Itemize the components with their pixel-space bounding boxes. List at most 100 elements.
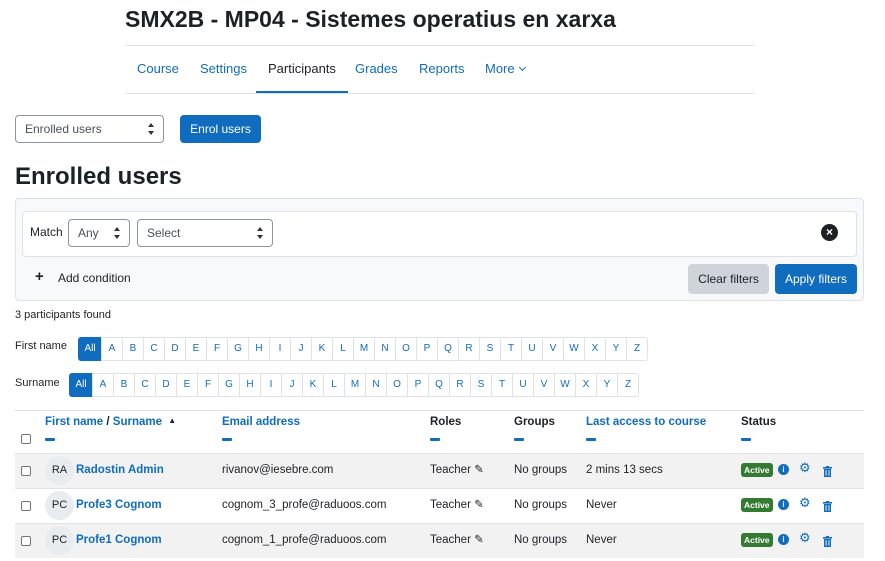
- firstname-initial-z[interactable]: Z: [626, 337, 648, 361]
- gear-icon[interactable]: ⚙: [799, 531, 811, 545]
- surname-initial-p[interactable]: P: [407, 373, 429, 397]
- surname-initial-v[interactable]: V: [533, 373, 555, 397]
- collapse-column-icon[interactable]: [45, 438, 55, 441]
- surname-initial-n[interactable]: N: [365, 373, 387, 397]
- firstname-initial-o[interactable]: O: [395, 337, 417, 361]
- add-condition-button[interactable]: Add condition: [58, 271, 131, 285]
- tab-settings[interactable]: Settings: [200, 46, 247, 93]
- select-all-checkbox[interactable]: [21, 434, 31, 444]
- firstname-initial-b[interactable]: B: [122, 337, 144, 361]
- firstname-initial-d[interactable]: D: [164, 337, 186, 361]
- surname-initial-h[interactable]: H: [239, 373, 261, 397]
- surname-initial-r[interactable]: R: [449, 373, 471, 397]
- tab-grades[interactable]: Grades: [355, 46, 398, 93]
- firstname-initial-u[interactable]: U: [521, 337, 543, 361]
- sort-firstname-link[interactable]: First name: [45, 416, 103, 428]
- surname-initial-d[interactable]: D: [155, 373, 177, 397]
- surname-initial-z[interactable]: Z: [617, 373, 639, 397]
- user-last-access: Never: [586, 499, 617, 511]
- firstname-initial-c[interactable]: C: [143, 337, 165, 361]
- surname-initial-g[interactable]: G: [218, 373, 240, 397]
- firstname-initial-e[interactable]: E: [185, 337, 207, 361]
- surname-initial-all[interactable]: All: [69, 373, 93, 397]
- firstname-initial-v[interactable]: V: [542, 337, 564, 361]
- firstname-initial-q[interactable]: Q: [437, 337, 459, 361]
- firstname-initial-t[interactable]: T: [500, 337, 522, 361]
- surname-initial-q[interactable]: Q: [428, 373, 450, 397]
- surname-initial-u[interactable]: U: [512, 373, 534, 397]
- trash-icon[interactable]: [823, 534, 832, 547]
- surname-initial-f[interactable]: F: [197, 373, 219, 397]
- avatar: RA: [45, 456, 74, 485]
- firstname-initial-m[interactable]: M: [353, 337, 375, 361]
- enrol-users-button[interactable]: Enrol users: [180, 115, 261, 143]
- collapse-column-icon[interactable]: [514, 438, 524, 441]
- collapse-column-icon[interactable]: [741, 438, 751, 441]
- apply-filters-button[interactable]: Apply filters: [775, 264, 857, 294]
- firstname-initial-r[interactable]: R: [458, 337, 480, 361]
- firstname-initial-h[interactable]: H: [248, 337, 270, 361]
- info-icon[interactable]: i: [778, 499, 789, 510]
- firstname-initial-k[interactable]: K: [311, 337, 333, 361]
- firstname-initial-x[interactable]: X: [584, 337, 606, 361]
- surname-initial-e[interactable]: E: [176, 373, 198, 397]
- surname-initial-m[interactable]: M: [344, 373, 366, 397]
- firstname-initial-a[interactable]: A: [101, 337, 123, 361]
- tab-reports[interactable]: Reports: [419, 46, 465, 93]
- row-checkbox[interactable]: [21, 501, 31, 511]
- firstname-initial-s[interactable]: S: [479, 337, 501, 361]
- info-icon[interactable]: i: [778, 464, 789, 475]
- close-circle-icon[interactable]: ×: [821, 224, 838, 241]
- surname-initial-x[interactable]: X: [575, 373, 597, 397]
- surname-initial-c[interactable]: C: [134, 373, 156, 397]
- row-checkbox[interactable]: [21, 466, 31, 476]
- surname-initial-o[interactable]: O: [386, 373, 408, 397]
- surname-initial-w[interactable]: W: [554, 373, 576, 397]
- firstname-initial-g[interactable]: G: [227, 337, 249, 361]
- firstname-initial-y[interactable]: Y: [605, 337, 627, 361]
- match-select[interactable]: Any: [68, 219, 130, 247]
- surname-initial-t[interactable]: T: [491, 373, 513, 397]
- surname-initial-b[interactable]: B: [113, 373, 135, 397]
- collapse-column-icon[interactable]: [586, 438, 596, 441]
- pencil-icon[interactable]: ✎: [474, 464, 484, 476]
- tab-participants[interactable]: Participants: [256, 46, 348, 93]
- surname-initial-a[interactable]: A: [92, 373, 114, 397]
- tab-more[interactable]: More: [485, 46, 526, 93]
- sort-last-access-link[interactable]: Last access to course: [586, 416, 706, 428]
- pencil-icon[interactable]: ✎: [474, 499, 484, 511]
- user-name-link[interactable]: Radostin Admin: [76, 454, 164, 487]
- firstname-initial-i[interactable]: I: [269, 337, 291, 361]
- row-checkbox[interactable]: [21, 536, 31, 546]
- participants-view-select[interactable]: Enrolled users: [15, 115, 164, 143]
- chevron-down-icon: [518, 63, 526, 72]
- gear-icon[interactable]: ⚙: [799, 496, 811, 510]
- trash-icon[interactable]: [823, 499, 832, 512]
- info-icon[interactable]: i: [778, 534, 789, 545]
- sort-email-link[interactable]: Email address: [222, 416, 300, 428]
- surname-initial-i[interactable]: I: [260, 373, 282, 397]
- surname-initial-l[interactable]: L: [323, 373, 345, 397]
- surname-initial-k[interactable]: K: [302, 373, 324, 397]
- firstname-initial-all[interactable]: All: [78, 337, 102, 361]
- firstname-initial-j[interactable]: J: [290, 337, 312, 361]
- firstname-initial-f[interactable]: F: [206, 337, 228, 361]
- clear-filters-button[interactable]: Clear filters: [688, 264, 769, 294]
- firstname-initial-p[interactable]: P: [416, 337, 438, 361]
- surname-initial-s[interactable]: S: [470, 373, 492, 397]
- firstname-initial-l[interactable]: L: [332, 337, 354, 361]
- collapse-column-icon[interactable]: [430, 438, 440, 441]
- tab-course[interactable]: Course: [137, 46, 179, 93]
- firstname-initial-w[interactable]: W: [563, 337, 585, 361]
- user-name-link[interactable]: Profe3 Cognom: [76, 489, 162, 522]
- firstname-initial-n[interactable]: N: [374, 337, 396, 361]
- surname-initial-y[interactable]: Y: [596, 373, 618, 397]
- filter-type-select[interactable]: Select: [137, 219, 273, 247]
- user-name-link[interactable]: Profe1 Cognom: [76, 524, 162, 557]
- collapse-column-icon[interactable]: [222, 438, 232, 441]
- pencil-icon[interactable]: ✎: [474, 534, 484, 546]
- gear-icon[interactable]: ⚙: [799, 461, 811, 475]
- trash-icon[interactable]: [823, 464, 832, 477]
- sort-surname-link[interactable]: Surname: [113, 416, 162, 428]
- surname-initial-j[interactable]: J: [281, 373, 303, 397]
